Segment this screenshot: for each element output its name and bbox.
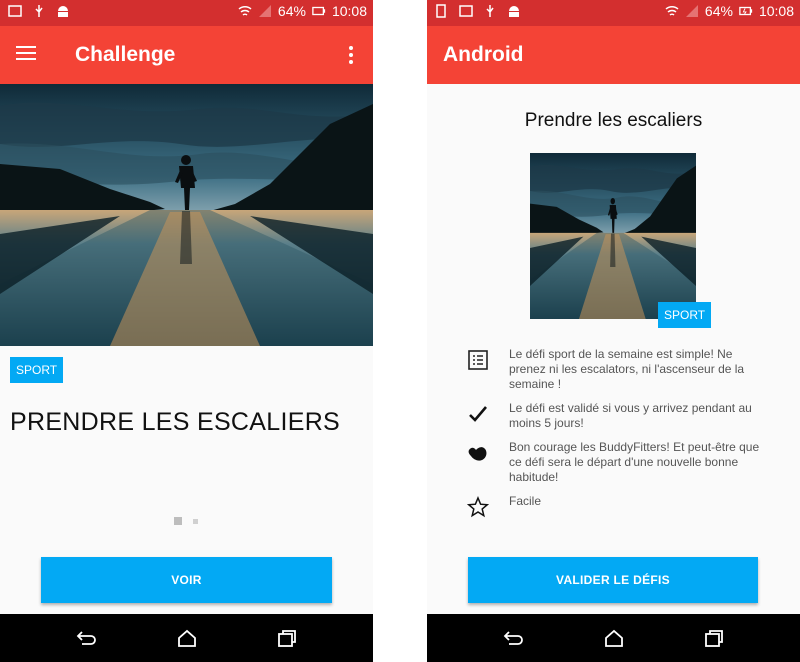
home-icon[interactable] (603, 628, 625, 648)
page-dot-active (174, 517, 182, 525)
menu-icon[interactable] (16, 42, 42, 68)
battery-percent: 64% (277, 3, 306, 19)
battery-charging-icon (739, 6, 753, 16)
detail-text: Le défi est validé si vous y arrivez pen… (509, 401, 752, 430)
android-icon (509, 6, 519, 17)
battery-percent: 64% (704, 3, 733, 19)
back-icon[interactable] (503, 628, 525, 648)
navigation-bar (0, 614, 373, 662)
challenge-details: Le défi sport de la semaine est simple! … (467, 347, 767, 525)
detail-text: Bon courage les BuddyFitters! Et peut-êt… (509, 440, 760, 484)
detail-validation: Le défi est validé si vous y arrivez pen… (467, 401, 767, 431)
right-screen: 64% 10:08 Android Prendre les escaliers … (427, 0, 800, 662)
app-title: Challenge (75, 43, 176, 66)
image-notification-icon (8, 5, 22, 17)
back-icon[interactable] (76, 628, 98, 648)
detail-text: Facile (509, 494, 542, 508)
clock: 10:08 (331, 3, 367, 19)
status-bar: 64% 10:08 (0, 0, 373, 26)
navigation-bar (427, 614, 800, 662)
check-icon (469, 406, 487, 422)
category-badge: SPORT (10, 357, 64, 383)
muscle-icon (468, 447, 487, 461)
signal-icon (685, 5, 698, 17)
challenge-title: Prendre les escaliers (524, 110, 703, 131)
more-options-icon[interactable] (343, 42, 359, 68)
recent-apps-icon[interactable] (703, 628, 725, 648)
app-title: Android (443, 43, 524, 66)
detail-text: Le défi sport de la semaine est simple! … (509, 347, 745, 391)
status-bar: 64% 10:08 (427, 0, 800, 26)
wifi-icon (665, 5, 679, 16)
usb-icon (486, 5, 494, 17)
clock: 10:08 (758, 3, 794, 19)
usb-icon (35, 5, 43, 17)
recent-apps-icon[interactable] (276, 628, 298, 648)
android-icon (58, 6, 68, 17)
validate-challenge-button[interactable]: VALIDER LE DÉFIS (468, 557, 758, 603)
detail-difficulty: Facile (467, 494, 767, 518)
image-notification-icon (459, 5, 473, 17)
signal-icon (258, 5, 271, 17)
challenge-title: PRENDRE LES ESCALIERS (10, 408, 341, 436)
page-dot (193, 518, 198, 524)
wifi-icon (238, 5, 252, 16)
battery-icon (312, 6, 326, 16)
hero-image (0, 84, 373, 346)
left-screen: 64% 10:08 Challenge SPORT PRENDRE LES ES… (0, 0, 373, 662)
app-bar: Challenge (0, 26, 373, 84)
detail-encouragement: Bon courage les BuddyFitters! Et peut-êt… (467, 440, 767, 485)
voir-button[interactable]: VOIR (41, 557, 332, 603)
page-indicator (174, 517, 198, 525)
home-icon[interactable] (176, 628, 198, 648)
app-bar: Android (427, 26, 800, 84)
notification-icon (436, 4, 446, 18)
category-badge: SPORT (658, 302, 712, 328)
challenge-image (530, 153, 696, 319)
star-icon (467, 496, 489, 518)
detail-description: Le défi sport de la semaine est simple! … (467, 347, 767, 392)
list-icon (468, 350, 488, 370)
